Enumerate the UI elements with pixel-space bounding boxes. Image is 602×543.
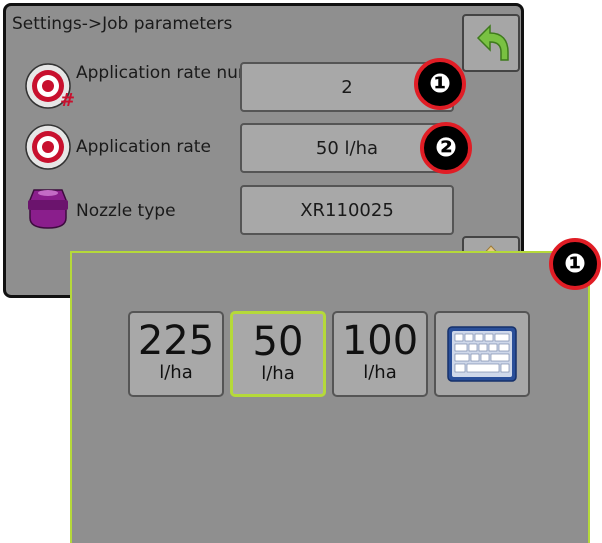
nozzle-type-field[interactable]: XR110025	[240, 185, 454, 235]
target-hash-icon: #	[25, 63, 74, 111]
param-label-nozzle: Nozzle type	[76, 201, 176, 221]
preset-value: 100	[341, 318, 419, 364]
rate-selection-popup: 225 l/ha 50 l/ha 100 l/ha	[70, 251, 590, 543]
callout-2: ❷	[420, 122, 472, 174]
callout-1: ❶	[414, 58, 466, 110]
back-arrow-icon	[476, 24, 509, 61]
keyboard-button[interactable]	[434, 311, 530, 397]
nozzle-icon	[28, 189, 68, 229]
preset-value: 50	[252, 319, 304, 365]
preset-unit: l/ha	[363, 362, 397, 383]
back-button[interactable]	[462, 14, 520, 72]
rate-preset-50[interactable]: 50 l/ha	[230, 311, 326, 397]
breadcrumb: Settings->Job parameters	[12, 14, 233, 34]
callout-3: ❶	[549, 238, 601, 290]
rate-preset-225[interactable]: 225 l/ha	[128, 311, 224, 397]
target-icon	[25, 124, 71, 170]
svg-text:#: #	[60, 90, 74, 111]
param-label-rate: Application rate	[76, 137, 211, 157]
preset-unit: l/ha	[159, 362, 193, 383]
preset-value: 225	[137, 318, 215, 364]
preset-unit: l/ha	[261, 363, 295, 384]
keyboard-icon	[447, 326, 517, 382]
rate-preset-100[interactable]: 100 l/ha	[332, 311, 428, 397]
